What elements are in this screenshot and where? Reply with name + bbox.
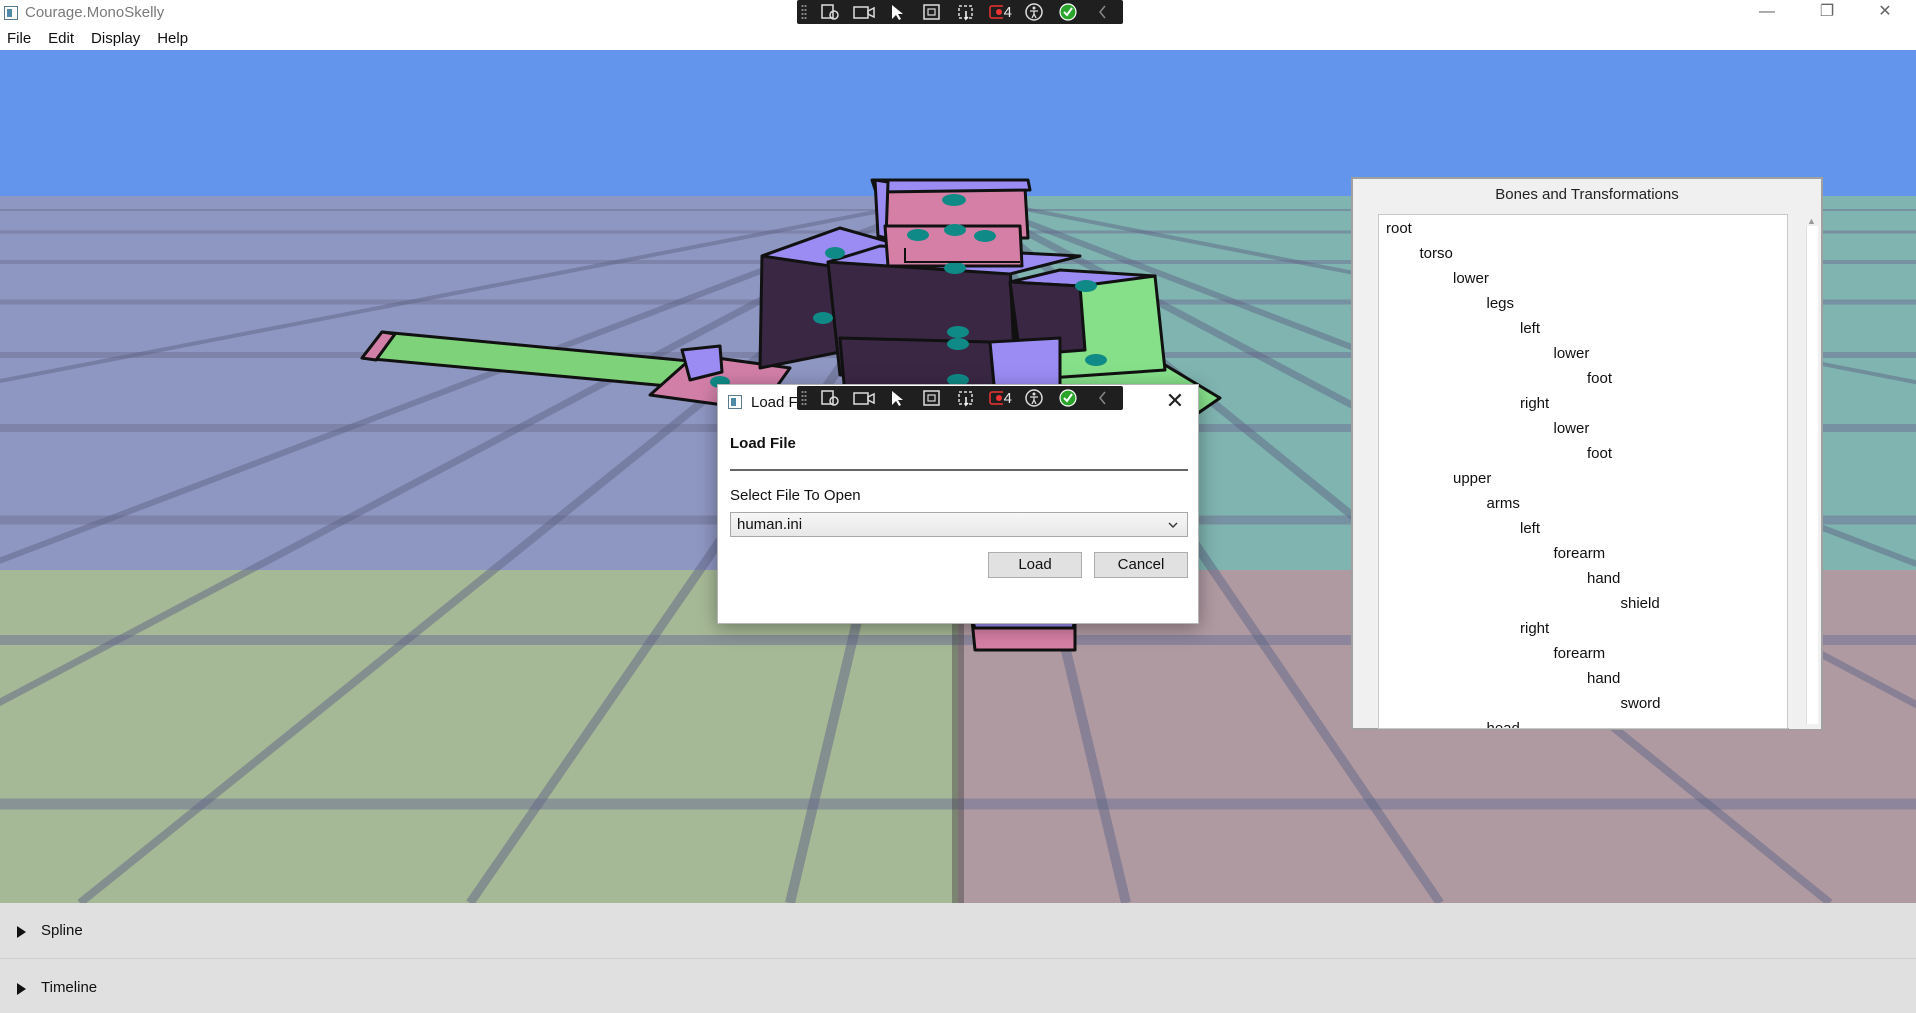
app-icon bbox=[4, 6, 18, 20]
bones-panel-title: Bones and Transformations bbox=[1495, 186, 1679, 203]
dialog-close-button[interactable]: ✕ bbox=[1158, 389, 1192, 415]
binding-failures-icon[interactable]: 4 bbox=[988, 388, 1012, 408]
debug-toolbar-dialog: 4 bbox=[797, 386, 1123, 410]
window-title: Courage.MonoSkelly bbox=[25, 4, 165, 21]
menu-file[interactable]: File bbox=[7, 30, 31, 47]
toolbar-grip[interactable] bbox=[801, 4, 807, 20]
track-focus-icon[interactable] bbox=[954, 388, 978, 408]
accessibility-icon[interactable] bbox=[1022, 2, 1046, 22]
bone-tree-item[interactable]: foot bbox=[1587, 370, 1612, 387]
bone-tree-item[interactable]: forearm bbox=[1554, 545, 1606, 562]
debug-toolbar-top: 4 bbox=[797, 0, 1123, 24]
select-element-icon[interactable] bbox=[818, 2, 842, 22]
timeline-expander[interactable]: Timeline bbox=[0, 965, 1916, 1013]
maximize-button[interactable]: ❐ bbox=[1804, 0, 1850, 26]
bones-panel: Bones and Transformations root torso lower… bbox=[1351, 177, 1823, 730]
load-button[interactable]: Load bbox=[988, 552, 1082, 578]
bone-tree-item[interactable]: foot bbox=[1587, 445, 1612, 462]
menu-edit[interactable]: Edit bbox=[48, 30, 74, 47]
display-layout-adorners-icon[interactable] bbox=[920, 2, 944, 22]
menu-display[interactable]: Display bbox=[91, 30, 140, 47]
minimize-button[interactable]: — bbox=[1744, 0, 1790, 26]
bone-tree-item[interactable]: hand bbox=[1587, 570, 1620, 587]
menu-help[interactable]: Help bbox=[157, 30, 188, 47]
bone-tree-item[interactable]: sword bbox=[1621, 695, 1661, 712]
track-focus-icon[interactable] bbox=[954, 2, 978, 22]
binding-failures-count: 4 bbox=[1003, 389, 1012, 407]
hot-reload-ok-icon[interactable] bbox=[1056, 2, 1080, 22]
bone-tree-item[interactable]: forearm bbox=[1554, 645, 1606, 662]
cancel-button[interactable]: Cancel bbox=[1094, 552, 1188, 578]
bones-scrollbar[interactable]: ▲ bbox=[1789, 214, 1821, 729]
video-capture-icon[interactable] bbox=[852, 2, 876, 22]
binding-failures-count: 4 bbox=[1003, 3, 1012, 21]
bone-tree-item[interactable]: root bbox=[1386, 220, 1412, 237]
chevron-down-icon bbox=[1167, 518, 1179, 535]
select-element-icon[interactable] bbox=[818, 388, 842, 408]
collapse-toolbar-icon[interactable] bbox=[1090, 388, 1114, 408]
spline-expander[interactable]: Spline bbox=[0, 908, 1916, 958]
expander-divider bbox=[0, 958, 1916, 959]
file-select-dropdown[interactable]: human.ini bbox=[730, 512, 1188, 537]
select-in-app-icon[interactable] bbox=[886, 388, 910, 408]
expand-arrow-icon[interactable] bbox=[17, 926, 26, 938]
close-button[interactable]: ✕ bbox=[1862, 0, 1908, 26]
bottom-panels: Spline Timeline bbox=[0, 903, 1916, 1013]
bone-tree-item[interactable]: legs bbox=[1487, 295, 1515, 312]
select-file-label: Select File To Open bbox=[730, 487, 861, 504]
bone-tree-item[interactable]: upper bbox=[1453, 470, 1491, 487]
menu-bar: File Edit Display Help bbox=[0, 26, 1916, 50]
bone-tree-item[interactable]: head bbox=[1487, 720, 1520, 728]
dialog-app-icon bbox=[728, 395, 742, 409]
select-in-app-icon[interactable] bbox=[886, 2, 910, 22]
selected-file-value: human.ini bbox=[737, 516, 803, 533]
dialog-divider bbox=[730, 469, 1188, 471]
bone-tree-item[interactable]: left bbox=[1520, 320, 1540, 337]
dialog-heading: Load File bbox=[730, 435, 796, 452]
bones-tree[interactable]: root torso lower legs left lower foot right lowe… bbox=[1378, 214, 1788, 729]
scroll-up-icon[interactable]: ▲ bbox=[1807, 216, 1816, 226]
bone-tree-item[interactable]: arms bbox=[1487, 495, 1520, 512]
accessibility-icon[interactable] bbox=[1022, 388, 1046, 408]
dialog-title: Load Fi bbox=[751, 394, 802, 411]
bone-tree-item[interactable]: torso bbox=[1420, 245, 1453, 262]
video-capture-icon[interactable] bbox=[852, 388, 876, 408]
expand-arrow-icon[interactable] bbox=[17, 983, 26, 995]
bone-tree-item[interactable]: right bbox=[1520, 620, 1549, 637]
display-layout-adorners-icon[interactable] bbox=[920, 388, 944, 408]
timeline-label: Timeline bbox=[41, 979, 98, 996]
binding-failures-icon[interactable]: 4 bbox=[988, 2, 1012, 22]
bone-tree-item[interactable]: lower bbox=[1554, 345, 1590, 362]
hot-reload-ok-icon[interactable] bbox=[1056, 388, 1080, 408]
scroll-thumb[interactable] bbox=[1806, 226, 1818, 724]
bone-tree-item[interactable]: lower bbox=[1453, 270, 1489, 287]
bone-tree-item[interactable]: shield bbox=[1621, 595, 1660, 612]
bone-tree-item[interactable]: hand bbox=[1587, 670, 1620, 687]
bone-tree-item[interactable]: right bbox=[1520, 395, 1549, 412]
toolbar-grip[interactable] bbox=[801, 390, 807, 406]
spline-label: Spline bbox=[41, 922, 83, 939]
load-file-dialog: Load Fi ✕ Load File Select File To Open … bbox=[717, 384, 1199, 624]
collapse-toolbar-icon[interactable] bbox=[1090, 2, 1114, 22]
bone-tree-item[interactable]: left bbox=[1520, 520, 1540, 537]
bone-tree-item[interactable]: lower bbox=[1554, 420, 1590, 437]
